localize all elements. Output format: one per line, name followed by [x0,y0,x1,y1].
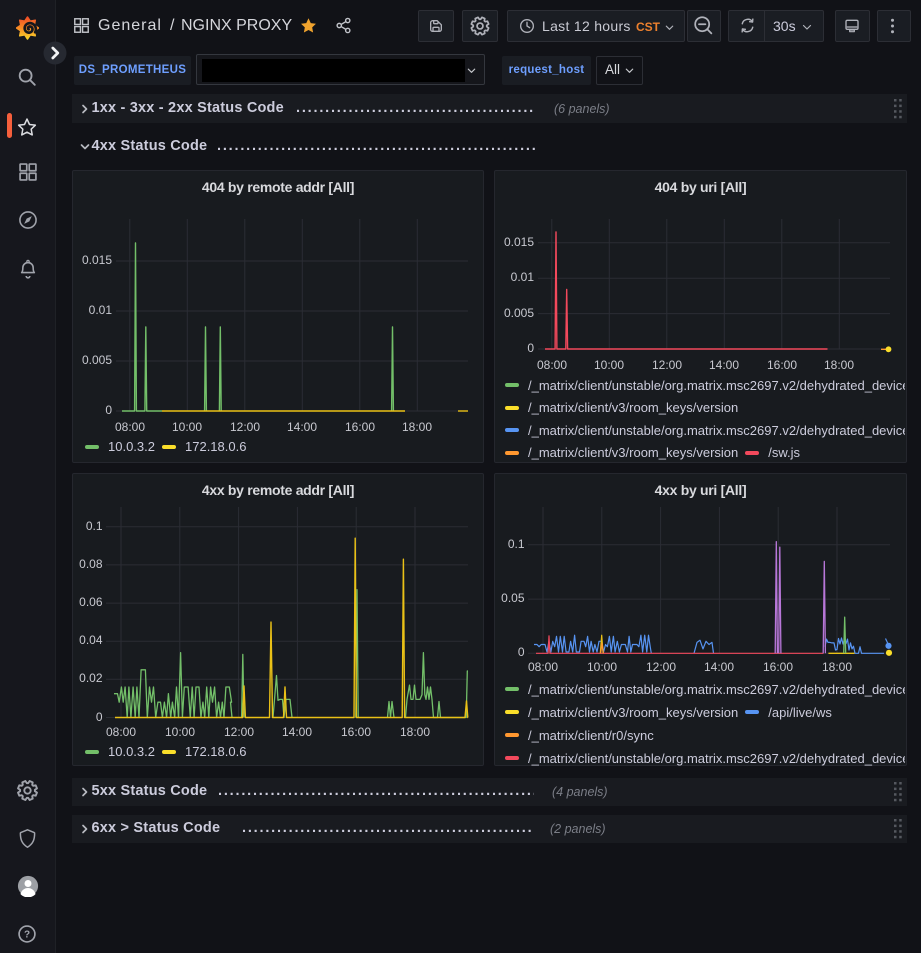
svg-text:?: ? [24,930,30,941]
